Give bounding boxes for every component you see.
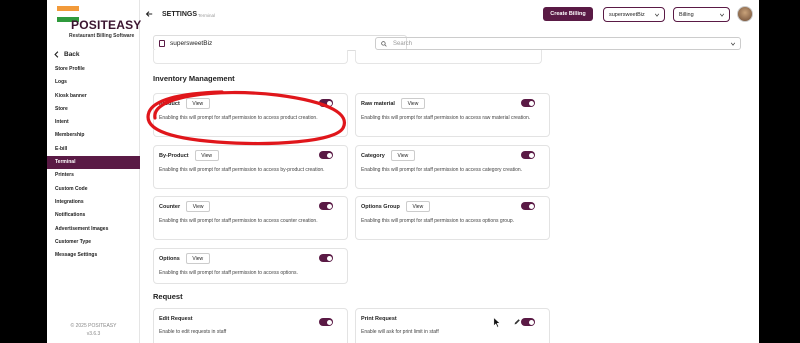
view-button[interactable]: View — [194, 150, 219, 161]
sidebar-item-advertisement-images[interactable]: Advertisement Images — [47, 223, 140, 236]
view-button[interactable]: View — [186, 201, 211, 212]
sidebar-item-terminal[interactable]: Terminal — [47, 156, 140, 170]
sidebar-item-store-profile[interactable]: Store Profile — [47, 63, 140, 76]
section-title-request: Request — [153, 292, 183, 301]
card-counter: Counter View Enabling this will prompt fo… — [153, 196, 348, 240]
toggle-switch[interactable] — [319, 318, 333, 326]
card-partial — [355, 50, 542, 64]
toggle-switch[interactable] — [521, 99, 535, 107]
card-label: Product — [159, 100, 180, 107]
card-print-request: Print Request Enable will ask for print … — [355, 308, 550, 343]
store-name: supersweetBiz — [170, 39, 213, 47]
toggle-switch[interactable] — [521, 202, 535, 210]
card-category: Category View Enabling this will prompt f… — [355, 145, 550, 189]
card-description: Enabling this will prompt for staff perm… — [159, 270, 298, 276]
card-description: Enable to edit requests in staff — [159, 329, 227, 335]
search-icon — [381, 40, 387, 47]
card-partial — [153, 50, 348, 64]
chevron-down-icon[interactable] — [730, 41, 736, 47]
sidebar-item-message-settings[interactable]: Message Settings — [47, 249, 140, 262]
card-description: Enabling this will prompt for staff perm… — [159, 167, 325, 173]
card-label: Options — [159, 255, 180, 262]
card-label: Print Request — [361, 316, 397, 322]
top-bar: SETTINGS Terminal Create Billing supersw… — [140, 0, 759, 30]
sidebar-item-logs[interactable]: Logs — [47, 76, 140, 89]
back-link[interactable]: Back — [53, 51, 80, 58]
card-description: Enabling this will prompt for staff perm… — [361, 167, 523, 173]
search-input[interactable]: Search — [375, 37, 741, 50]
sidebar-item-customer-type[interactable]: Customer Type — [47, 236, 140, 249]
chevron-left-icon — [54, 51, 59, 58]
app-window: POSITEASY Restaurant Billing Software Ba… — [47, 0, 759, 343]
toggle-switch[interactable] — [521, 151, 535, 159]
store-select-value: supersweetBiz — [609, 11, 645, 18]
card-options: Options View Enabling this will prompt fo… — [153, 248, 348, 284]
sidebar-item-membership[interactable]: Membership — [47, 129, 140, 142]
mode-select[interactable]: Billing — [673, 7, 730, 22]
card-label: Counter — [159, 203, 181, 210]
store-select[interactable]: supersweetBiz — [603, 7, 665, 22]
arrow-left-icon[interactable] — [145, 10, 153, 18]
search-placeholder: Search — [393, 40, 413, 47]
card-options-group: Options Group View Enabling this will pro… — [355, 196, 550, 240]
chevron-down-icon — [654, 13, 660, 17]
copyright: © 2025 POSITEASY — [70, 323, 117, 329]
sidebar-item-kiosk-banner[interactable]: Kiosk banner — [47, 90, 140, 103]
card-label: Raw material — [361, 100, 395, 107]
view-button[interactable]: View — [185, 98, 210, 109]
card-label: By-Product — [159, 152, 189, 159]
store-selector[interactable]: supersweetBiz — [153, 35, 407, 51]
card-edit-request: Edit Request Enable to edit requests in … — [153, 308, 348, 343]
card-description: Enabling this will prompt for staff perm… — [361, 218, 515, 224]
card-label: Edit Request — [159, 316, 193, 322]
sidebar-item-printers[interactable]: Printers — [47, 169, 140, 182]
card-product: Product View Enabling this will prompt fo… — [153, 93, 348, 137]
card-label: Options Group — [361, 203, 400, 210]
card-description: Enabling this will prompt for staff perm… — [159, 218, 318, 224]
card-description: Enabling this will prompt for staff perm… — [361, 115, 531, 121]
toggle-switch[interactable] — [319, 202, 333, 210]
view-button[interactable]: View — [390, 150, 415, 161]
sidebar: POSITEASY Restaurant Billing Software Ba… — [47, 0, 141, 343]
back-label: Back — [64, 51, 80, 58]
store-icon — [159, 39, 165, 47]
page-title: SETTINGS — [162, 11, 198, 18]
create-billing-button[interactable]: Create Billing — [543, 7, 593, 21]
sidebar-item-intent[interactable]: Intent — [47, 116, 140, 129]
card-description: Enable will ask for print limit in staff — [361, 329, 439, 335]
toggle-switch[interactable] — [521, 318, 535, 326]
card-by-product: By-Product View Enabling this will prompt… — [153, 145, 348, 189]
view-button[interactable]: View — [185, 253, 210, 264]
toggle-switch[interactable] — [319, 254, 333, 262]
sidebar-item-e-bill[interactable]: E-bill — [47, 143, 140, 156]
card-description: Enabling this will prompt for staff perm… — [159, 115, 318, 121]
mode-select-value: Billing — [679, 11, 694, 18]
page-subtitle: Terminal — [198, 12, 216, 18]
sidebar-nav: Store Profile Logs Kiosk banner Store In… — [47, 63, 140, 262]
sidebar-item-store[interactable]: Store — [47, 103, 140, 116]
avatar[interactable] — [737, 6, 753, 22]
pencil-icon[interactable] — [513, 318, 521, 326]
view-button[interactable]: View — [400, 98, 425, 109]
version: v3.6.3 — [86, 331, 101, 337]
brand-name: POSITEASY — [71, 18, 142, 32]
chevron-down-icon — [719, 13, 725, 17]
toggle-switch[interactable] — [319, 99, 333, 107]
card-label: Category — [361, 152, 385, 159]
logo: POSITEASY Restaurant Billing Software — [55, 6, 141, 42]
sidebar-item-integrations[interactable]: Integrations — [47, 196, 140, 209]
toggle-switch[interactable] — [319, 151, 333, 159]
sidebar-item-notifications[interactable]: Notifications — [47, 209, 140, 222]
view-button[interactable]: View — [405, 201, 430, 212]
cursor-icon — [493, 317, 501, 328]
brand-tagline: Restaurant Billing Software — [69, 33, 135, 39]
section-title-inventory: Inventory Management — [153, 74, 235, 83]
card-raw-material: Raw material View Enabling this will prom… — [355, 93, 550, 137]
sidebar-item-custom-code[interactable]: Custom Code — [47, 183, 140, 196]
